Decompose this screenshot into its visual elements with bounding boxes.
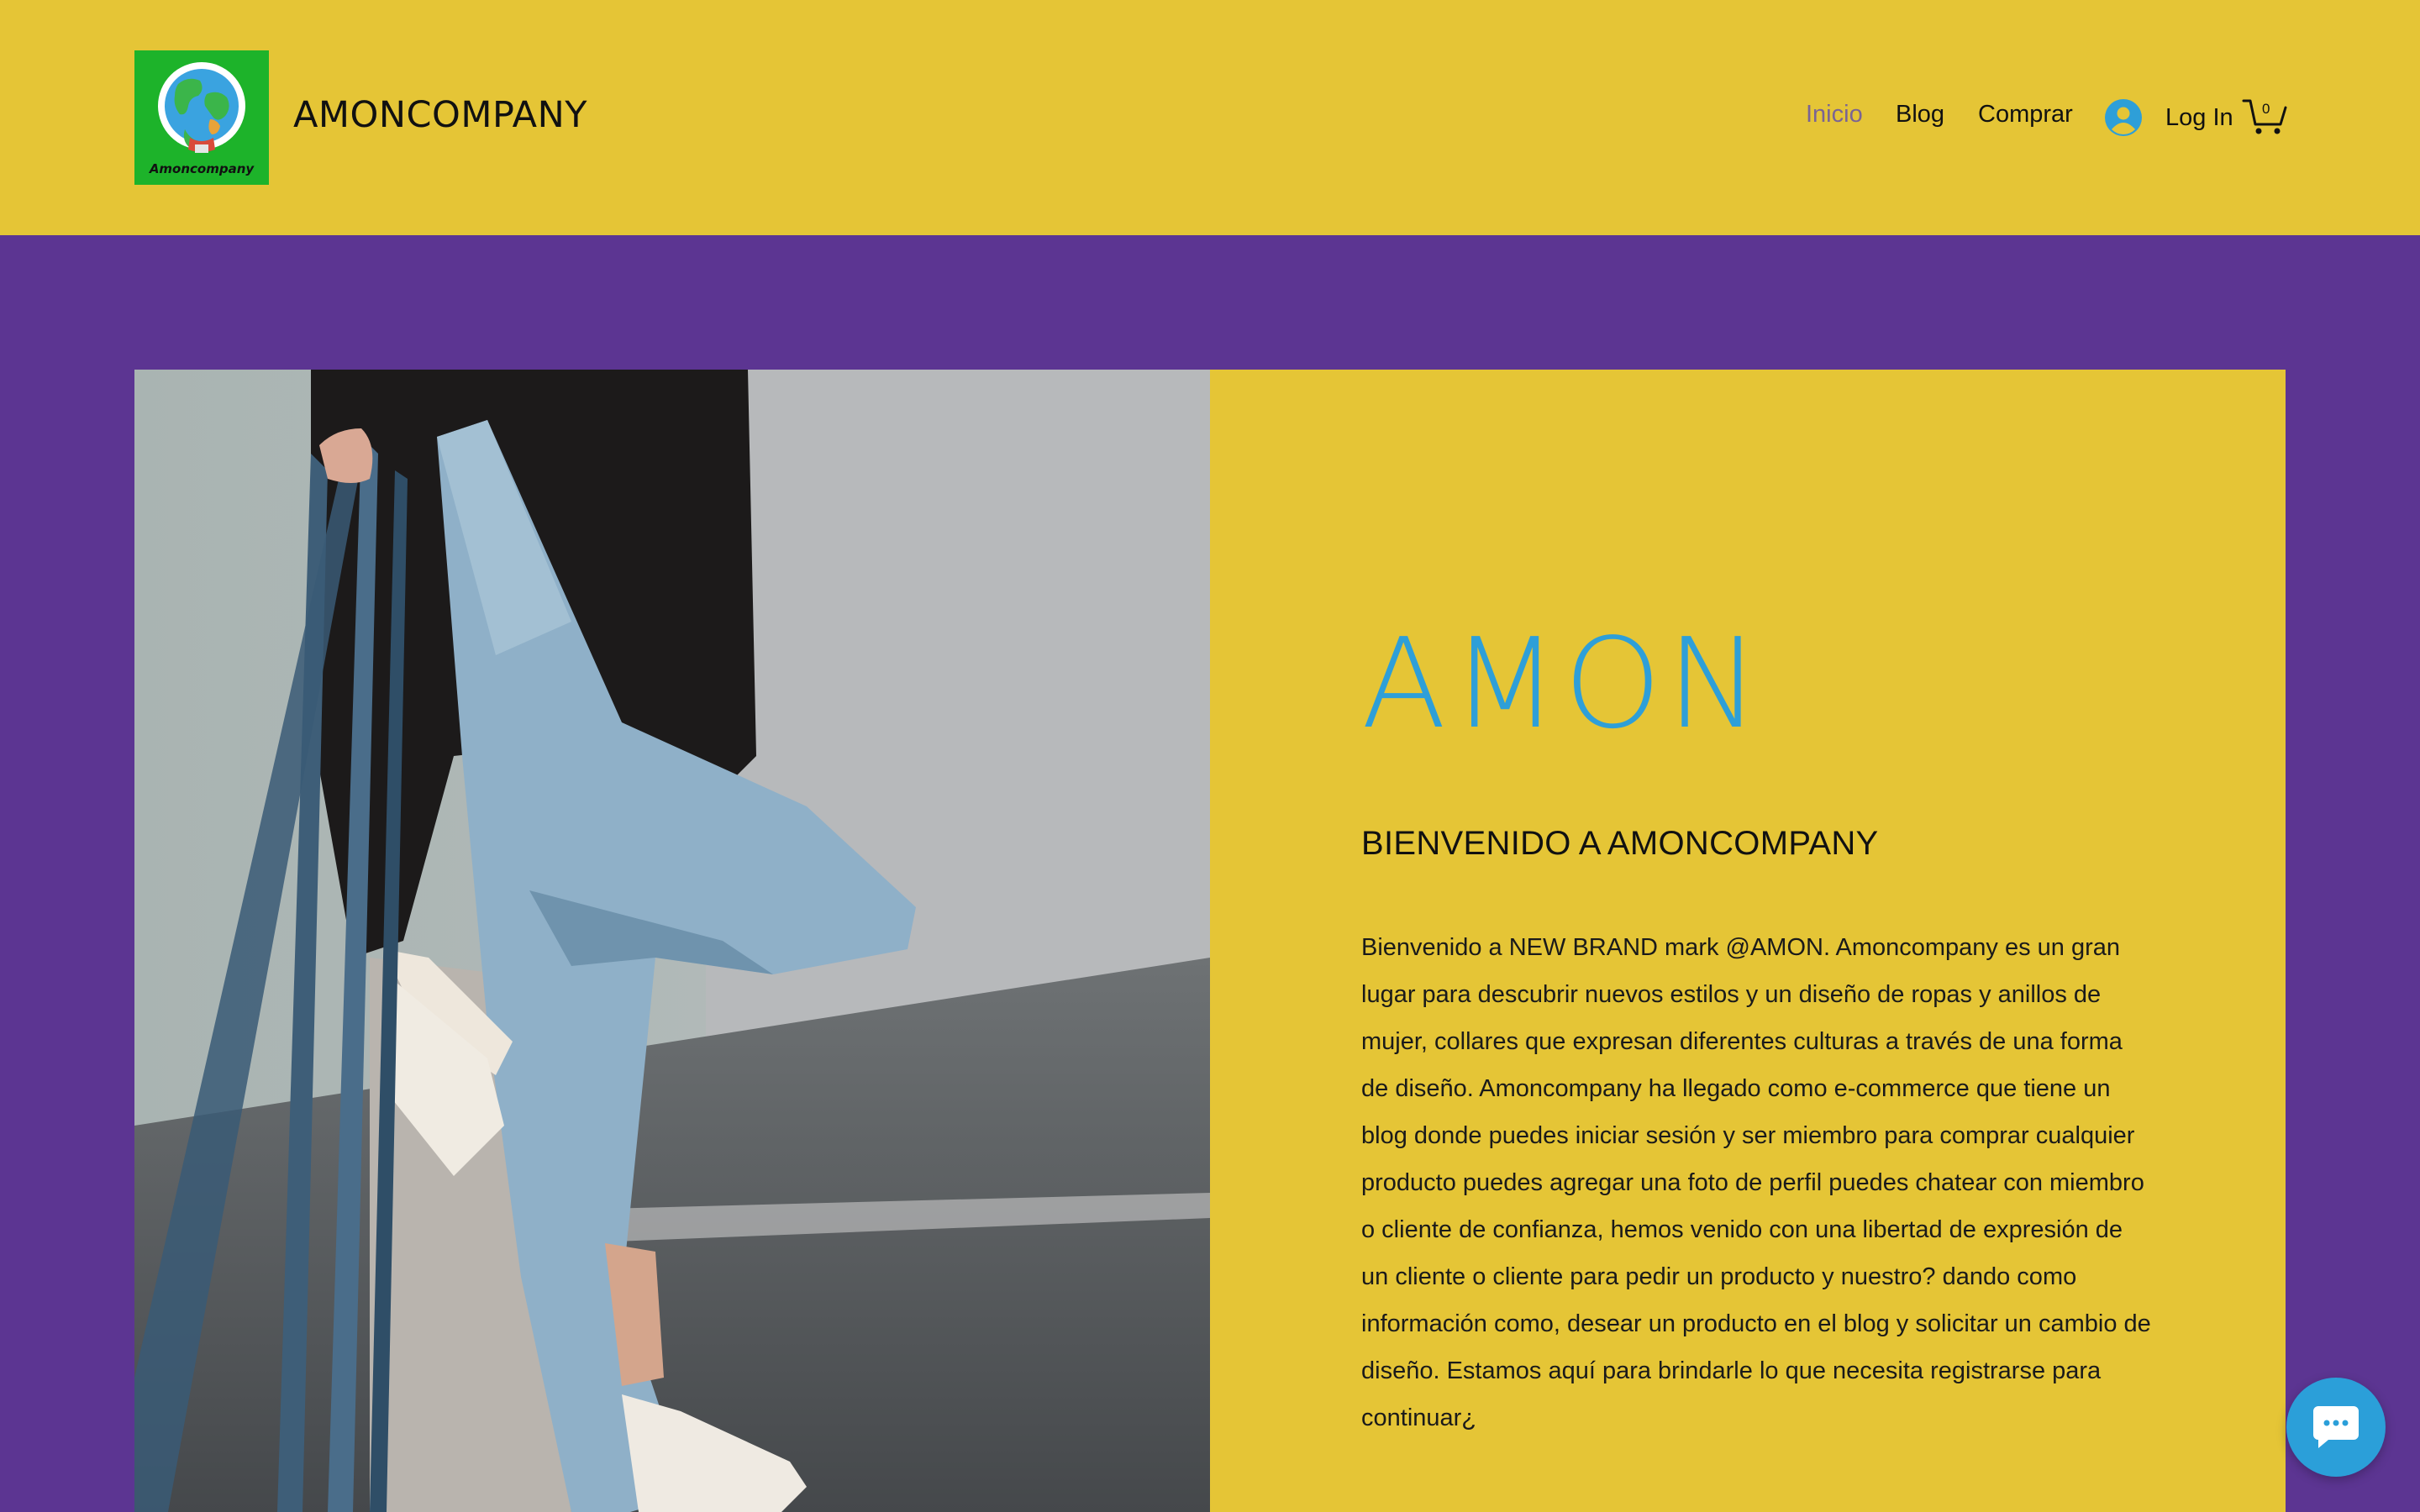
logo-wordmark: Amoncompany [149, 161, 255, 176]
hero-photo [134, 370, 1210, 1512]
login-link[interactable]: Log In [2165, 104, 2233, 132]
welcome-panel: AMON BIENVENIDO A AMONCOMPANY Bienvenido… [1210, 370, 2286, 1512]
brand-name[interactable]: AMONCOMPANY [293, 94, 587, 136]
hero-subtitle: BIENVENIDO A AMONCOMPANY [1361, 825, 1879, 862]
nav-comprar[interactable]: Comprar [1978, 101, 2073, 129]
chat-bubble-icon [2313, 1406, 2359, 1448]
nav-inicio[interactable]: Inicio [1806, 101, 1863, 129]
cart-count: 0 [2262, 101, 2270, 117]
chat-button[interactable] [2286, 1378, 2386, 1477]
user-avatar-icon[interactable] [2105, 99, 2142, 136]
site-logo[interactable]: Amoncompany [134, 50, 269, 185]
hero-description: Bienvenido a NEW BRAND mark @AMON. Amonc… [1361, 934, 2151, 1431]
nav-blog[interactable]: Blog [1896, 101, 1944, 129]
site-header: Amoncompany AMONCOMPANY Inicio Blog Comp… [0, 0, 2420, 235]
hero-title: AMON [1361, 612, 1765, 756]
